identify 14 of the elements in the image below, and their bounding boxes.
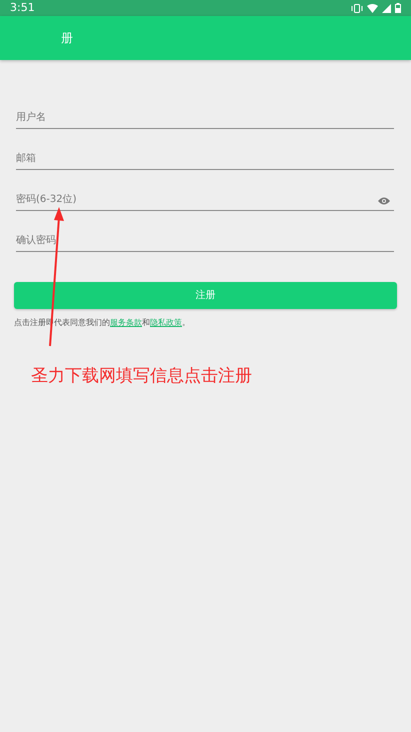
input-field[interactable]: 确认密码 — [16, 233, 394, 252]
status-time: 3:51 — [10, 0, 35, 16]
input-field[interactable]: 用户名 — [16, 110, 394, 129]
signal-icon — [382, 4, 391, 12]
terms-link[interactable]: 服务条款 — [110, 318, 142, 327]
eye-icon[interactable] — [378, 197, 390, 205]
privacy-link[interactable]: 隐私政策 — [150, 318, 182, 327]
register-button[interactable]: 注册 — [14, 282, 397, 309]
input-field[interactable]: 邮箱 — [16, 151, 394, 170]
annotation-text: 圣力下载网填写信息点击注册 — [31, 365, 252, 388]
app-bar-title: 册 — [61, 30, 73, 47]
battery-icon — [395, 3, 401, 13]
wifi-icon — [367, 4, 378, 12]
vibrate-icon — [351, 4, 363, 12]
